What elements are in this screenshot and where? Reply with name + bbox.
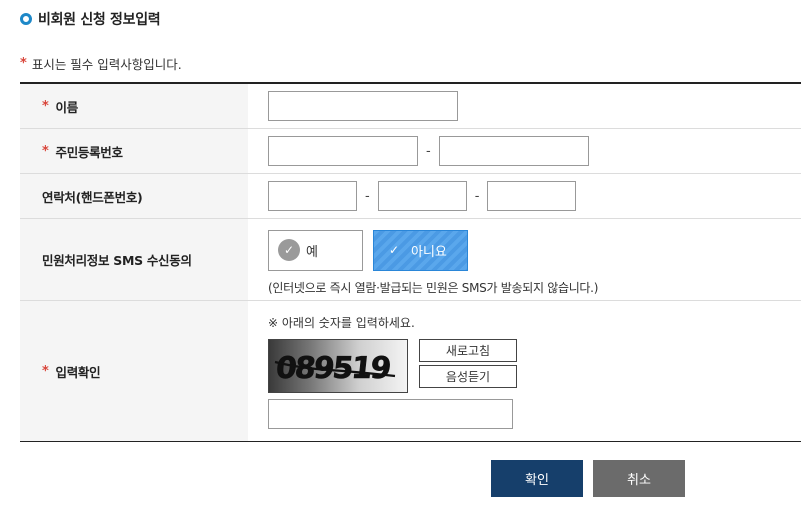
required-mark-icon: * [20, 56, 27, 71]
required-note: * 표시는 필수 입력사항입니다. [20, 54, 182, 73]
label-sms: 민원처리정보 SMS 수신동의 [20, 219, 248, 300]
captcha-area: 089519 새로고침 음성듣기 [268, 338, 517, 393]
cancel-button[interactable]: 취소 [593, 460, 685, 497]
label-rrn: * 주민등록번호 [20, 129, 248, 173]
rrn-back-input[interactable] [438, 136, 589, 166]
captcha-input[interactable] [268, 398, 513, 429]
row-rrn: * 주민등록번호 - [20, 129, 801, 174]
captcha-guide: ※ 아래의 숫자를 입력하세요. [268, 315, 415, 330]
captcha-graphic: 089519 [274, 350, 396, 386]
rrn-separator: - [426, 143, 431, 159]
label-captcha-text: 입력확인 [55, 364, 101, 380]
check-circle-icon: ✓ [278, 239, 300, 261]
sms-no-option[interactable]: ✓ 아니요 [373, 229, 468, 271]
value-phone: - - [248, 174, 801, 218]
required-mark-icon: * [42, 363, 49, 379]
label-phone-text: 연락처(핸드폰번호) [42, 189, 143, 205]
phone-part1-input[interactable] [268, 181, 357, 211]
sms-yes-option[interactable]: ✓ 예 [268, 229, 363, 271]
action-buttons: 확인 취소 [491, 460, 685, 497]
value-name [248, 84, 801, 128]
phone-part2-input[interactable] [377, 181, 467, 211]
sms-choice-group: ✓ 예 ✓ 아니요 [268, 229, 478, 271]
captcha-audio-button[interactable]: 음성듣기 [419, 364, 517, 388]
circle-bullet-icon [20, 13, 32, 25]
name-input[interactable] [268, 91, 458, 121]
row-sms: 민원처리정보 SMS 수신동의 ✓ 예 ✓ 아니요 (인터넷으로 즉시 열람·발… [20, 219, 801, 301]
label-phone: 연락처(핸드폰번호) [20, 174, 248, 218]
required-mark-icon: * [42, 98, 49, 114]
label-rrn-text: 주민등록번호 [55, 144, 124, 160]
check-icon: ✓ [388, 243, 400, 257]
sms-no-label: 아니요 [411, 244, 447, 260]
value-sms: ✓ 예 ✓ 아니요 (인터넷으로 즉시 열람·발급되는 민원은 SMS가 발송되… [248, 219, 801, 300]
rrn-front-input[interactable] [268, 136, 418, 166]
sms-yes-label: 예 [306, 244, 318, 260]
value-captcha: ※ 아래의 숫자를 입력하세요. 089519 새로고침 음성듣기 [248, 301, 801, 441]
phone-part3-input[interactable] [487, 181, 577, 211]
captcha-refresh-button[interactable]: 새로고침 [419, 338, 517, 362]
label-name-text: 이름 [55, 99, 79, 115]
application-form: * 이름 * 주민등록번호 - 연락처(핸드폰번호) - - 민원처리정보 SM… [20, 82, 801, 442]
captcha-buttons: 새로고침 음성듣기 [419, 338, 517, 391]
row-phone: 연락처(핸드폰번호) - - [20, 174, 801, 219]
row-captcha: * 입력확인 ※ 아래의 숫자를 입력하세요. 089519 새로고침 음성듣기 [20, 301, 801, 441]
label-sms-text: 민원처리정보 SMS 수신동의 [42, 253, 192, 268]
section-title: 비회원 신청 정보입력 [20, 9, 161, 29]
label-captcha: * 입력확인 [20, 301, 248, 441]
label-name: * 이름 [20, 84, 248, 128]
captcha-image: 089519 [268, 338, 408, 393]
captcha-code: 089519 [274, 351, 391, 386]
phone-separator-1: - [365, 188, 370, 204]
page-title: 비회원 신청 정보입력 [38, 12, 161, 28]
row-name: * 이름 [20, 84, 801, 129]
required-note-text: 표시는 필수 입력사항입니다. [31, 57, 182, 72]
required-mark-icon: * [42, 143, 49, 159]
sms-note: (인터넷으로 즉시 열람·발급되는 민원은 SMS가 발송되지 않습니다.) [268, 280, 599, 295]
value-rrn: - [248, 129, 801, 173]
confirm-button[interactable]: 확인 [491, 460, 583, 497]
phone-separator-2: - [474, 188, 480, 204]
